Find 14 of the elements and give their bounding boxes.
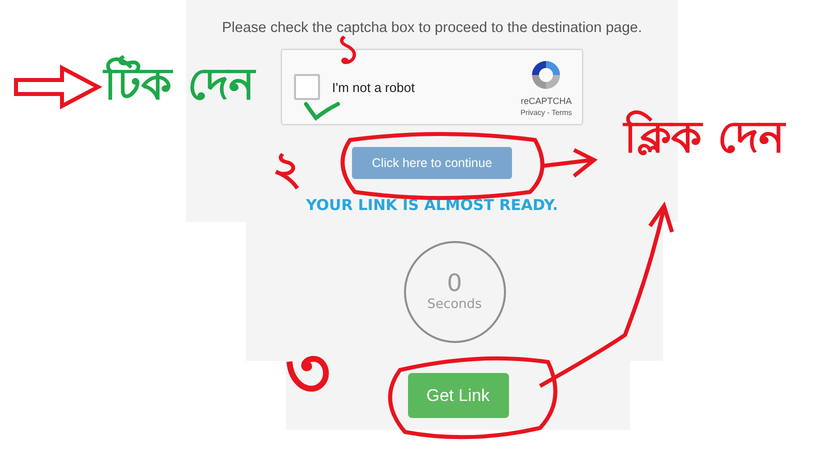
hollow-arrow-icon	[14, 64, 102, 110]
step-numeral: ৩	[285, 338, 331, 408]
countdown-value: 0	[446, 271, 462, 295]
recaptcha-brand: reCAPTCHA	[520, 96, 572, 106]
annotation-label: টিক দেন	[100, 50, 258, 120]
countdown-unit: Seconds	[427, 297, 482, 312]
captcha-label: I'm not a robot	[332, 80, 416, 94]
status-heading: YOUR LINK IS ALMOST READY.	[306, 196, 558, 214]
continue-button[interactable]: Click here to continue	[352, 147, 512, 179]
annotation-label: ক্লিক দেন	[622, 109, 787, 165]
step-numeral: ২	[272, 145, 302, 191]
get-link-button[interactable]: Get Link	[408, 373, 508, 418]
tick-mark	[304, 102, 340, 120]
captcha-checkbox[interactable]	[294, 74, 320, 100]
